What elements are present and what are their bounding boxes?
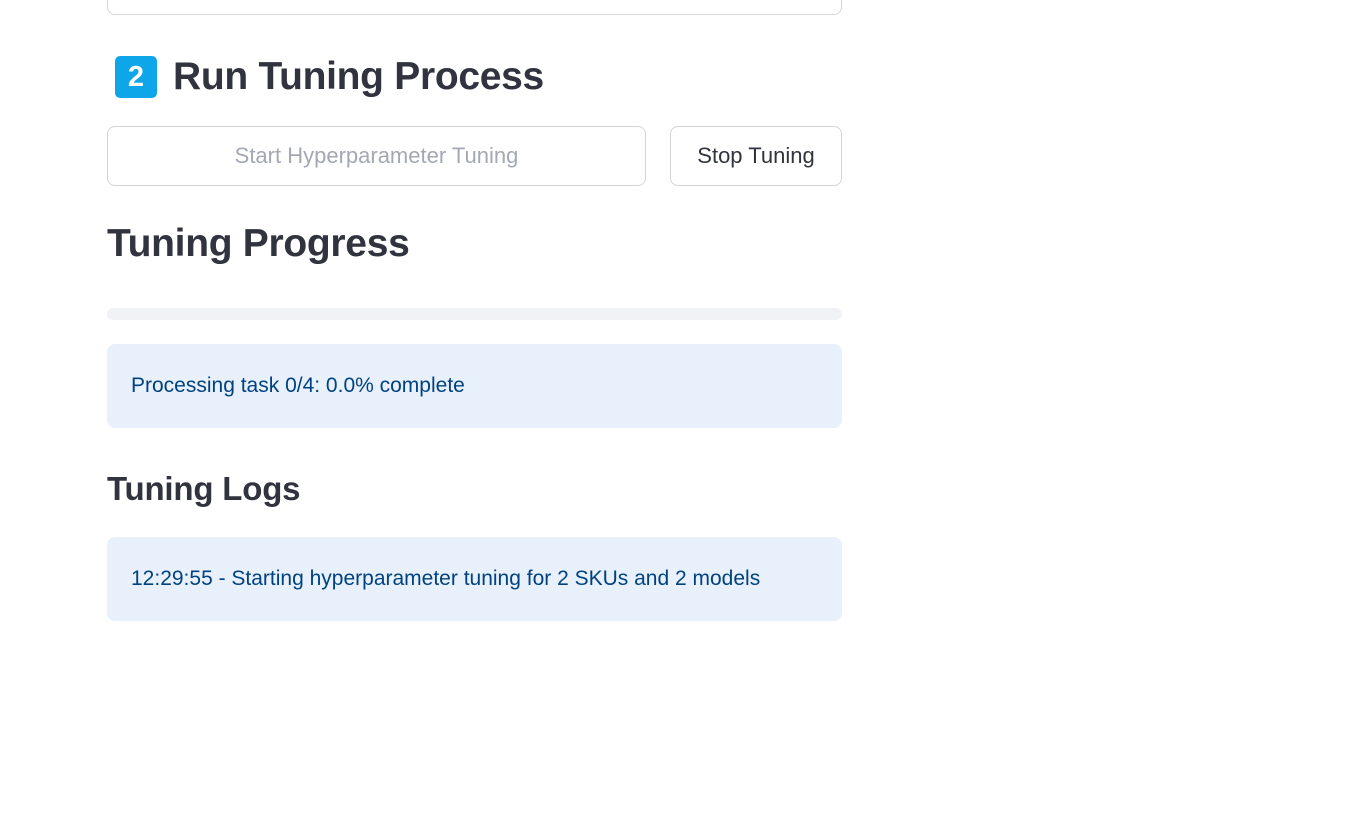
stop-tuning-button[interactable]: Stop Tuning bbox=[670, 126, 842, 186]
previous-section-container bbox=[107, 0, 842, 15]
log-entry-text: 12:29:55 - Starting hyperparameter tunin… bbox=[131, 567, 761, 590]
section-title: Run Tuning Process bbox=[173, 55, 544, 98]
progress-bar bbox=[107, 308, 842, 320]
progress-status-text: Processing task 0/4: 0.0% complete bbox=[131, 374, 465, 397]
run-tuning-header: 2 Run Tuning Process bbox=[115, 54, 544, 100]
progress-title: Tuning Progress bbox=[107, 222, 410, 265]
logs-title: Tuning Logs bbox=[107, 470, 301, 507]
start-tuning-button[interactable]: Start Hyperparameter Tuning bbox=[107, 126, 646, 186]
progress-status-box: Processing task 0/4: 0.0% complete bbox=[107, 344, 842, 428]
log-entry-box: 12:29:55 - Starting hyperparameter tunin… bbox=[107, 537, 842, 621]
keycap-number-icon: 2 bbox=[115, 56, 157, 98]
